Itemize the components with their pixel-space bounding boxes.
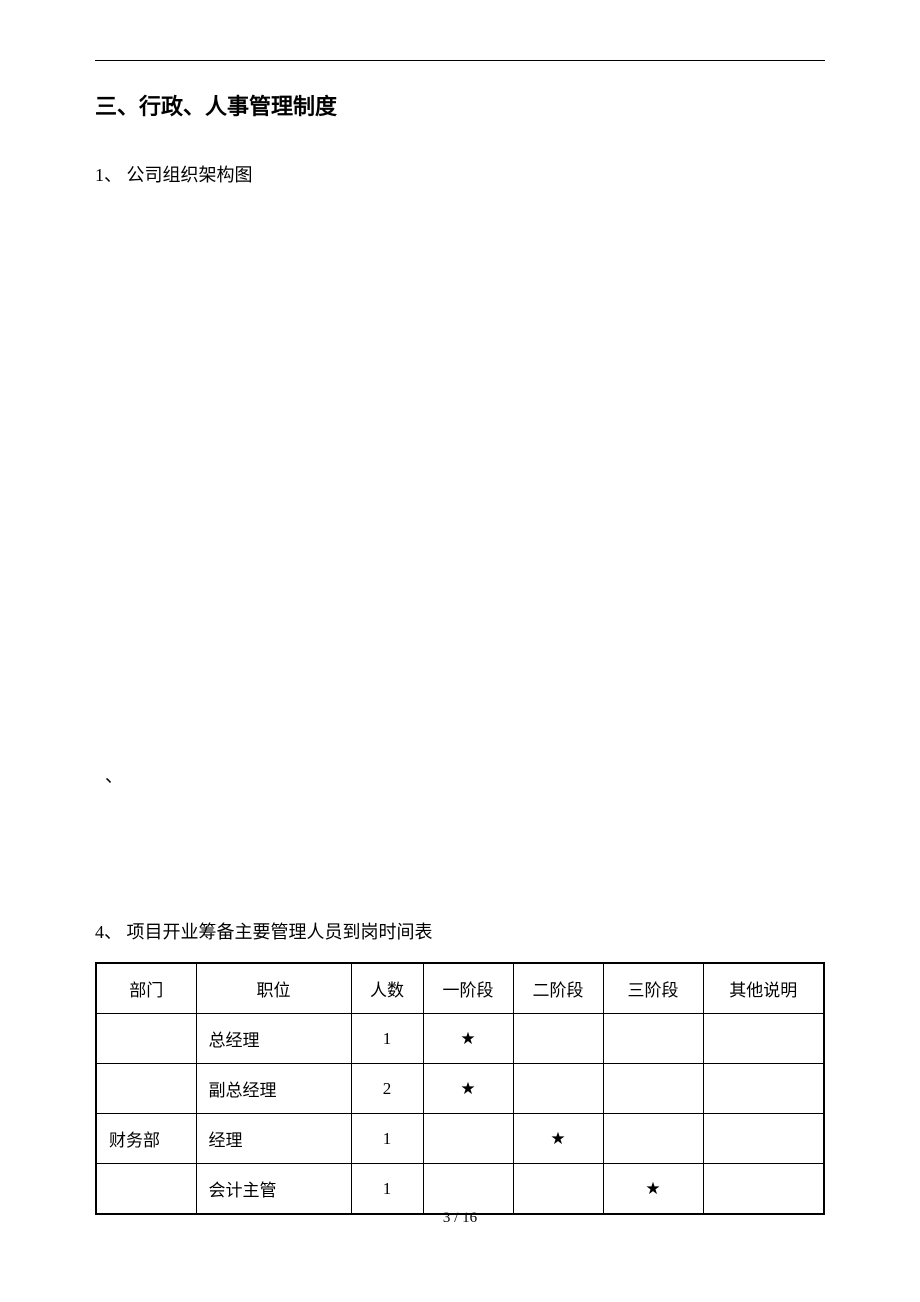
cell-phase2 <box>513 1014 603 1064</box>
cell-position: 总经理 <box>196 1014 351 1064</box>
header-phase1: 一阶段 <box>423 963 513 1014</box>
section-4-title: 4、 项目开业筹备主要管理人员到岗时间表 <box>95 918 825 944</box>
cell-dept <box>96 1164 196 1215</box>
cell-count: 2 <box>351 1064 423 1114</box>
table-header-row: 部门 职位 人数 一阶段 二阶段 三阶段 其他说明 <box>96 963 824 1014</box>
table-row: 副总经理 2 ★ <box>96 1064 824 1114</box>
cell-dept: 财务部 <box>96 1114 196 1164</box>
cell-position: 会计主管 <box>196 1164 351 1215</box>
cell-phase3 <box>603 1064 703 1114</box>
cell-other <box>703 1114 824 1164</box>
cell-phase1 <box>423 1114 513 1164</box>
table-row: 财务部 经理 1 ★ <box>96 1114 824 1164</box>
cell-phase3 <box>603 1114 703 1164</box>
cell-phase1: ★ <box>423 1064 513 1114</box>
cell-phase1: ★ <box>423 1014 513 1064</box>
cell-dept <box>96 1064 196 1114</box>
header-divider <box>95 60 825 61</box>
document-page: 三、行政、人事管理制度 1、 公司组织架构图 、 4、 项目开业筹备主要管理人员… <box>0 0 920 1215</box>
page-number: 3 / 16 <box>0 1210 920 1227</box>
section-1: 1、 公司组织架构图 <box>95 161 825 187</box>
header-phase3: 三阶段 <box>603 963 703 1014</box>
cell-phase2 <box>513 1164 603 1215</box>
stray-mark: 、 <box>105 762 825 788</box>
header-dept: 部门 <box>96 963 196 1014</box>
table-row: 会计主管 1 ★ <box>96 1164 824 1215</box>
main-heading: 三、行政、人事管理制度 <box>95 89 825 121</box>
cell-other <box>703 1164 824 1215</box>
table-row: 总经理 1 ★ <box>96 1014 824 1064</box>
cell-dept <box>96 1014 196 1064</box>
cell-count: 1 <box>351 1114 423 1164</box>
cell-other <box>703 1014 824 1064</box>
staffing-table: 部门 职位 人数 一阶段 二阶段 三阶段 其他说明 总经理 1 ★ 副总经 <box>95 962 825 1215</box>
cell-position: 副总经理 <box>196 1064 351 1114</box>
header-position: 职位 <box>196 963 351 1014</box>
header-phase2: 二阶段 <box>513 963 603 1014</box>
section-1-title: 1、 公司组织架构图 <box>95 161 825 187</box>
cell-phase2 <box>513 1064 603 1114</box>
cell-count: 1 <box>351 1014 423 1064</box>
cell-phase2: ★ <box>513 1114 603 1164</box>
cell-count: 1 <box>351 1164 423 1215</box>
cell-other <box>703 1064 824 1114</box>
cell-position: 经理 <box>196 1114 351 1164</box>
cell-phase3 <box>603 1014 703 1064</box>
header-count: 人数 <box>351 963 423 1014</box>
cell-phase1 <box>423 1164 513 1215</box>
cell-phase3: ★ <box>603 1164 703 1215</box>
header-other: 其他说明 <box>703 963 824 1014</box>
